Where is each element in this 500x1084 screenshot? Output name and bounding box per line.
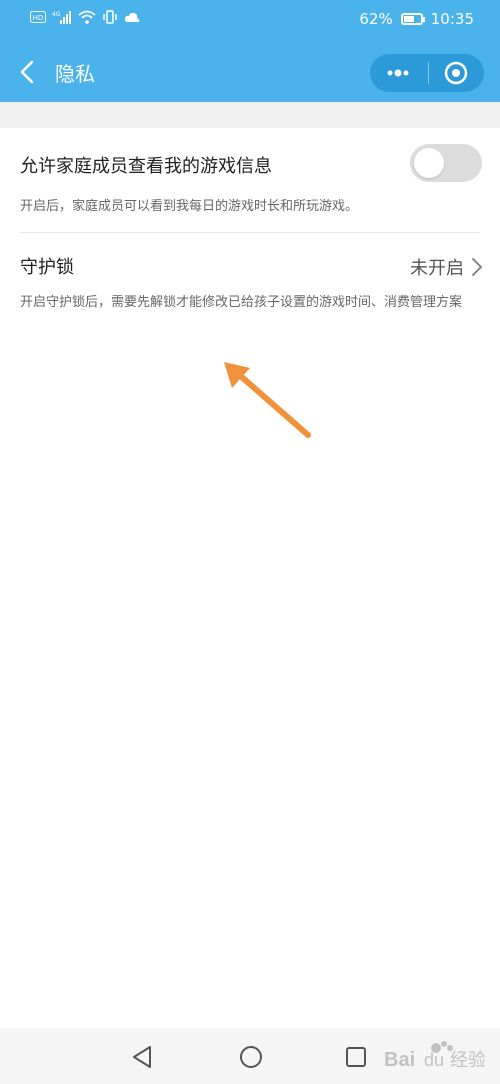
chevron-right-icon — [472, 258, 482, 276]
chevron-left-icon — [20, 60, 34, 84]
svg-text:du: du — [424, 1050, 444, 1070]
status-icons: HD 4G — [30, 10, 140, 24]
hd-icon: HD — [30, 11, 46, 23]
status-time: 10:35 — [430, 10, 474, 28]
svg-text:经验: 经验 — [450, 1050, 486, 1071]
signal-4g-icon: 4G — [52, 11, 71, 24]
toggle-knob — [414, 148, 444, 178]
section-separator — [0, 102, 500, 128]
divider — [20, 232, 480, 233]
guard-lock-description: 开启守护锁后，需要先解锁才能修改已给孩子设置的游戏时间、消费管理方案 — [20, 295, 463, 310]
battery-percent: 62% — [359, 10, 393, 28]
battery-icon — [400, 13, 425, 25]
family-view-toggle[interactable] — [410, 144, 482, 182]
page-title: 隐私 — [55, 62, 95, 86]
baidu-jingyan-watermark: Bai du 经验 — [384, 1041, 486, 1071]
back-triangle-icon[interactable] — [130, 1044, 156, 1070]
guard-lock-title: 守护锁 — [20, 257, 74, 278]
nav-bar: 隐私 — [0, 44, 500, 100]
capsule-close-button[interactable] — [428, 54, 484, 92]
vibrate-icon — [103, 10, 117, 24]
svg-text:HD: HD — [33, 14, 44, 22]
capsule-more-button[interactable] — [370, 54, 426, 92]
guard-lock-status: 未开启 — [410, 258, 464, 279]
svg-text:4G: 4G — [52, 11, 61, 18]
home-circle-icon[interactable] — [238, 1044, 264, 1070]
battery-nub — [422, 17, 425, 22]
battery-fill — [403, 16, 414, 22]
recent-square-icon[interactable] — [343, 1044, 369, 1070]
header: HD 4G 62% 10:35 隐私 — [0, 0, 500, 102]
family-view-description: 开启后，家庭成员可以看到我每日的游戏时长和所玩游戏。 — [20, 199, 359, 214]
cloud-icon — [124, 12, 140, 22]
target-circle-icon — [444, 61, 468, 85]
more-dots-icon — [387, 69, 409, 77]
wifi-icon — [78, 10, 96, 24]
status-bar: HD 4G 62% 10:35 — [0, 0, 500, 40]
annotation-arrow-icon — [224, 362, 311, 438]
svg-text:Bai: Bai — [384, 1049, 415, 1071]
mini-program-capsule — [370, 54, 484, 92]
back-button[interactable] — [14, 52, 50, 92]
family-view-title: 允许家庭成员查看我的游戏信息 — [20, 156, 272, 177]
status-right: 62% 10:35 — [359, 10, 474, 28]
